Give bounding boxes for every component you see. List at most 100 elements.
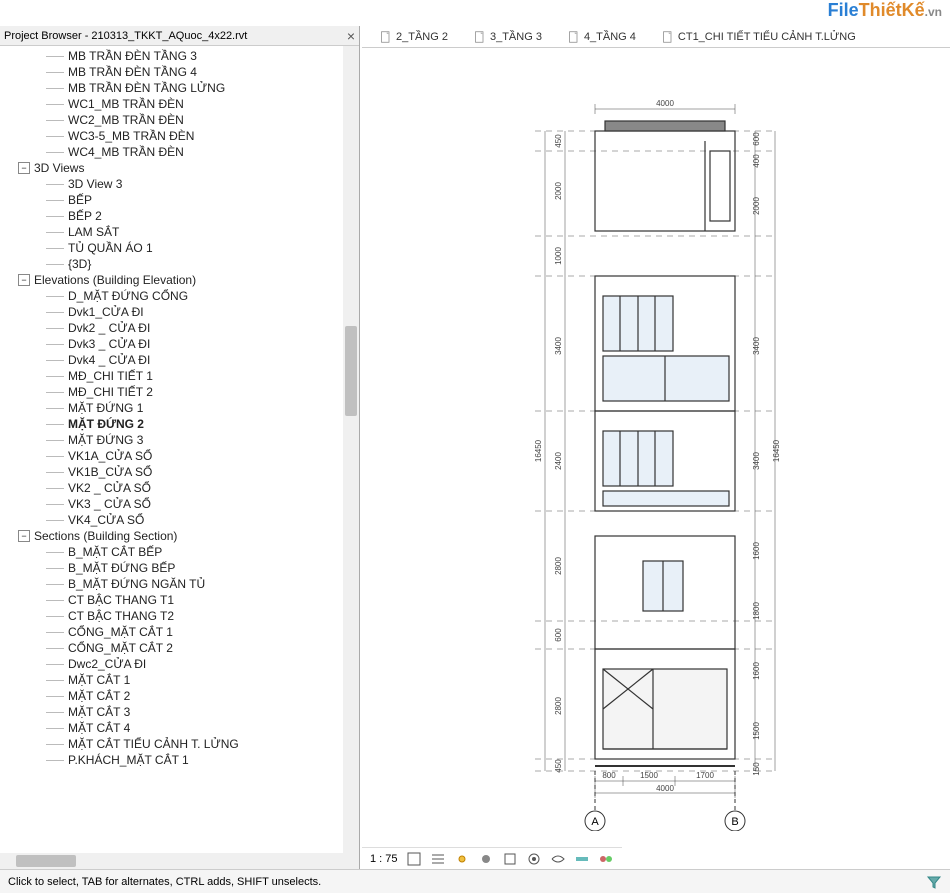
tree-item[interactable]: Dvk4 _ CỬA ĐI [0, 352, 359, 368]
tree-item-label: MẶT ĐỨNG 3 [68, 433, 143, 447]
shadows-icon[interactable] [478, 851, 494, 867]
tree-item[interactable]: B_MẶT CẮT BẾP [0, 544, 359, 560]
drawing-viewport[interactable]: 4000 16450 450 2000 1000 3400 2400 2800 … [360, 48, 950, 853]
tree-connector [46, 648, 64, 649]
vertical-scrollbar[interactable] [343, 46, 359, 853]
tree-item-label: WC4_MB TRẦN ĐÈN [68, 145, 184, 159]
tree-connector [46, 120, 64, 121]
tree-item[interactable]: MẶT ĐỨNG 1 [0, 400, 359, 416]
sheet-icon [380, 31, 392, 43]
tree-item[interactable]: D_MẶT ĐỨNG CỔNG [0, 288, 359, 304]
tree-item[interactable]: Dvk1_CỬA ĐI [0, 304, 359, 320]
tree-item[interactable]: VK1A_CỬA SỔ [0, 448, 359, 464]
tree-connector [46, 488, 64, 489]
tree-connector [46, 632, 64, 633]
tree-item[interactable]: TỦ QUẦN ÁO 1 [0, 240, 359, 256]
tree-item[interactable]: MB TRẦN ĐÈN TẦNG LỬNG [0, 80, 359, 96]
tree-item-label: MĐ_CHI TIẾT 2 [68, 385, 153, 399]
tree-connector [46, 184, 64, 185]
tree-item[interactable]: VK2 _ CỬA SỔ [0, 480, 359, 496]
tree-item[interactable]: 3D View 3 [0, 176, 359, 192]
tree-item[interactable]: Dvk2 _ CỬA ĐI [0, 320, 359, 336]
tree-item[interactable]: WC1_MB TRẦN ĐÈN [0, 96, 359, 112]
tree-item[interactable]: MẶT CẮT TIỂU CẢNH T. LỬNG [0, 736, 359, 752]
tab-tang2[interactable]: 2_TẦNG 2 [372, 29, 456, 45]
tree-item[interactable]: WC4_MB TRẦN ĐÈN [0, 144, 359, 160]
worksharing-icon[interactable] [598, 851, 614, 867]
tree-item[interactable]: CỔNG_MẶT CẮT 2 [0, 640, 359, 656]
tree-item[interactable]: MĐ_CHI TIẾT 2 [0, 384, 359, 400]
detail-level-icon[interactable] [430, 851, 446, 867]
tree-item-label: MB TRẦN ĐÈN TẦNG 3 [68, 49, 197, 63]
svg-text:3400: 3400 [554, 336, 563, 354]
tree-item[interactable]: WC3-5_MB TRẦN ĐÈN [0, 128, 359, 144]
tree-item[interactable]: BẾP 2 [0, 208, 359, 224]
tab-ct1[interactable]: CT1_CHI TIẾT TIỂU CẢNH T.LỬNG [654, 29, 864, 45]
visual-style-icon[interactable] [406, 851, 422, 867]
expand-icon[interactable]: − [18, 274, 30, 286]
tree-item-label: Dwc2_CỬA ĐI [68, 657, 146, 671]
expand-icon[interactable]: − [18, 530, 30, 542]
tree-item[interactable]: MB TRẦN ĐÈN TẦNG 4 [0, 64, 359, 80]
tree-item[interactable]: MẶT CẮT 2 [0, 688, 359, 704]
tree-connector [46, 456, 64, 457]
tree-item[interactable]: MẶT CẮT 3 [0, 704, 359, 720]
tree-item[interactable]: −Sections (Building Section) [0, 528, 359, 544]
tree-item[interactable]: P.KHÁCH_MẶT CẮT 1 [0, 752, 359, 768]
svg-text:450: 450 [554, 133, 563, 147]
tree-item[interactable]: VK3 _ CỬA SỔ [0, 496, 359, 512]
scrollbar-thumb[interactable] [345, 326, 357, 416]
crop-icon[interactable] [502, 851, 518, 867]
svg-text:400: 400 [752, 153, 761, 167]
tree-item[interactable]: Dwc2_CỬA ĐI [0, 656, 359, 672]
tree-item-label: Dvk1_CỬA ĐI [68, 305, 144, 319]
reveal-icon[interactable] [550, 851, 566, 867]
scrollbar-thumb[interactable] [16, 855, 76, 867]
tree-item[interactable]: WC2_MB TRẦN ĐÈN [0, 112, 359, 128]
horizontal-scrollbar[interactable] [0, 853, 359, 869]
tree-item[interactable]: CT BẬC THANG T1 [0, 592, 359, 608]
svg-text:1700: 1700 [696, 771, 714, 780]
status-icons [926, 874, 942, 890]
tree-item[interactable]: LAM SẮT [0, 224, 359, 240]
tree-item[interactable]: MĐ_CHI TIẾT 1 [0, 368, 359, 384]
filter-icon[interactable] [926, 874, 942, 890]
svg-text:16450: 16450 [772, 439, 781, 462]
tree-item-label: VK1B_CỬA SỔ [68, 465, 152, 479]
scale-label[interactable]: 1 : 75 [370, 853, 398, 865]
tree-item[interactable]: B_MẶT ĐỨNG NGĂN TỦ [0, 576, 359, 592]
tree-item[interactable]: MB TRẦN ĐÈN TẦNG 3 [0, 48, 359, 64]
tree-connector [46, 696, 64, 697]
tree-item[interactable]: MẶT CẮT 1 [0, 672, 359, 688]
tree-item[interactable]: MẶT ĐỨNG 3 [0, 432, 359, 448]
tree-item[interactable]: CỔNG_MẶT CẮT 1 [0, 624, 359, 640]
tree-item[interactable]: Dvk3 _ CỬA ĐI [0, 336, 359, 352]
sun-path-icon[interactable] [454, 851, 470, 867]
tree-item-label: Sections (Building Section) [34, 529, 177, 543]
tree-item[interactable]: BẾP [0, 192, 359, 208]
tree-item[interactable]: B_MẶT ĐỨNG BẾP [0, 560, 359, 576]
tree-connector [46, 328, 64, 329]
tree-connector [46, 520, 64, 521]
temp-hide-icon[interactable] [574, 851, 590, 867]
tab-tang3[interactable]: 3_TẦNG 3 [466, 29, 550, 45]
tree-item-label: CT BẬC THANG T2 [68, 609, 174, 623]
view-tabs: 2_TẦNG 2 3_TẦNG 3 4_TẦNG 4 CT1_CHI TIẾT … [362, 26, 950, 48]
tree-item[interactable]: VK4_CỬA SỔ [0, 512, 359, 528]
tree-item[interactable]: MẶT ĐỨNG 2 [0, 416, 359, 432]
tree-item-label: Dvk3 _ CỬA ĐI [68, 337, 150, 351]
project-browser-tree[interactable]: MB TRẦN ĐÈN TẦNG 3MB TRẦN ĐÈN TẦNG 4MB T… [0, 46, 359, 853]
tree-item[interactable]: −3D Views [0, 160, 359, 176]
tree-item[interactable]: −Elevations (Building Elevation) [0, 272, 359, 288]
tree-item[interactable]: VK1B_CỬA SỔ [0, 464, 359, 480]
show-hidden-icon[interactable] [526, 851, 542, 867]
tree-connector [46, 568, 64, 569]
tree-connector [46, 472, 64, 473]
tree-item[interactable]: CT BẬC THANG T2 [0, 608, 359, 624]
tab-tang4[interactable]: 4_TẦNG 4 [560, 29, 644, 45]
tree-item[interactable]: {3D} [0, 256, 359, 272]
tree-item-label: VK4_CỬA SỔ [68, 513, 144, 527]
expand-icon[interactable]: − [18, 162, 30, 174]
close-icon[interactable]: × [347, 28, 355, 44]
tree-item[interactable]: MẶT CẮT 4 [0, 720, 359, 736]
